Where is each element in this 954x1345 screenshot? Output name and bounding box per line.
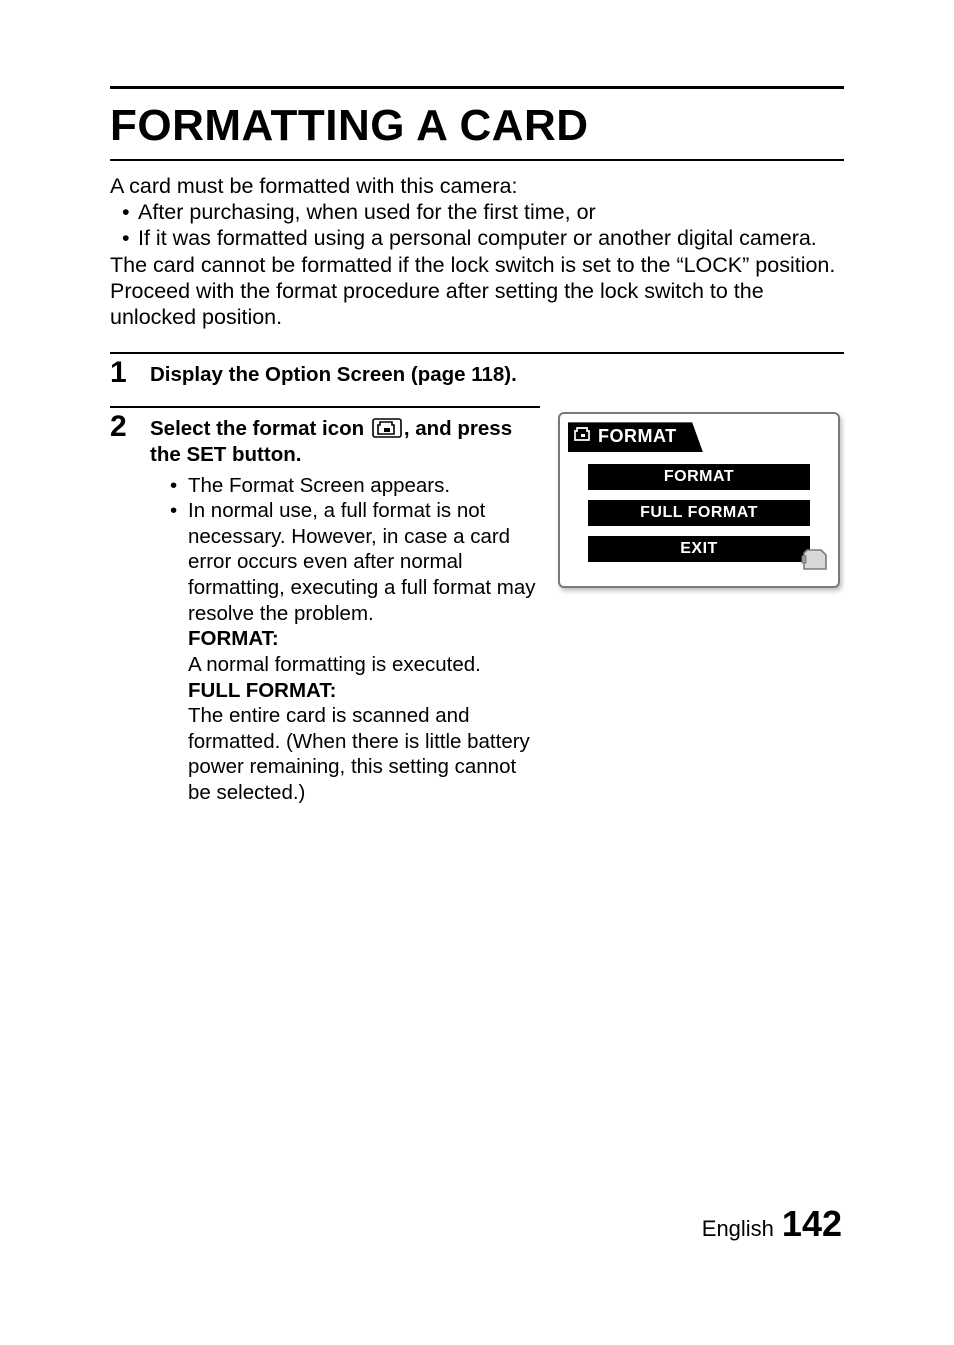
card-icon xyxy=(574,426,592,447)
full-format-label: FULL FORMAT: xyxy=(150,678,540,704)
intro-lead: A card must be formatted with this camer… xyxy=(110,173,844,199)
step-2-row: 2 Select the format icon , and press the… xyxy=(110,406,844,805)
camera-screen-wrap: FORMAT FORMAT FULL FORMAT EXIT xyxy=(558,406,844,588)
step2-body: Select the format icon , and press the S… xyxy=(150,410,540,805)
step1-heading: Display the Option Screen (page 118). xyxy=(150,363,517,386)
step2-sublist: The Format Screen appears. In normal use… xyxy=(150,473,540,627)
intro-bullet-1: After purchasing, when used for the firs… xyxy=(122,199,844,225)
screen-title: FORMAT xyxy=(598,426,677,447)
format-label: FORMAT: xyxy=(150,626,540,652)
sd-card-lock-icon xyxy=(800,547,830,578)
screen-title-row: FORMAT xyxy=(568,422,830,452)
step-1: 1 Display the Option Screen (page 118). xyxy=(110,356,844,388)
format-card-icon xyxy=(372,418,402,438)
step2-heading: Select the format icon , and press the S… xyxy=(150,417,512,466)
page-title: FORMATTING A CARD xyxy=(110,95,844,159)
step-2-left: 2 Select the format icon , and press the… xyxy=(110,406,540,805)
footer-language: English xyxy=(702,1216,774,1242)
format-text: A normal formatting is executed. xyxy=(150,652,540,678)
intro-tail: The card cannot be formatted if the lock… xyxy=(110,252,844,331)
step2-rule xyxy=(110,406,540,408)
rule-top xyxy=(110,86,844,89)
intro-block: A card must be formatted with this camer… xyxy=(110,173,844,330)
step1-rule xyxy=(110,352,844,354)
camera-screen: FORMAT FORMAT FULL FORMAT EXIT xyxy=(558,412,840,588)
rule-under-title xyxy=(110,159,844,161)
steps: 1 Display the Option Screen (page 118). … xyxy=(110,352,844,805)
full-format-text: The entire card is scanned and formatted… xyxy=(150,703,540,806)
step1-number: 1 xyxy=(110,356,140,388)
step-2: 2 Select the format icon , and press the… xyxy=(110,410,540,805)
intro-bullet-list: After purchasing, when used for the firs… xyxy=(110,199,844,251)
menu-item-full-format[interactable]: FULL FORMAT xyxy=(588,500,810,526)
step2-sub2: In normal use, a full format is not nece… xyxy=(150,498,540,626)
menu-item-format[interactable]: FORMAT xyxy=(588,464,810,490)
step2-sub1: The Format Screen appears. xyxy=(150,473,540,499)
menu-item-exit[interactable]: EXIT xyxy=(588,536,810,562)
screen-menu: FORMAT FULL FORMAT EXIT xyxy=(568,464,830,562)
step2-number: 2 xyxy=(110,410,140,442)
footer-page-number: 142 xyxy=(782,1203,842,1245)
screen-title-tab: FORMAT xyxy=(568,422,703,452)
step2-head-pre: Select the format icon xyxy=(150,417,370,440)
intro-bullet-2: If it was formatted using a personal com… xyxy=(122,225,844,251)
page-footer: English 142 xyxy=(702,1203,842,1245)
